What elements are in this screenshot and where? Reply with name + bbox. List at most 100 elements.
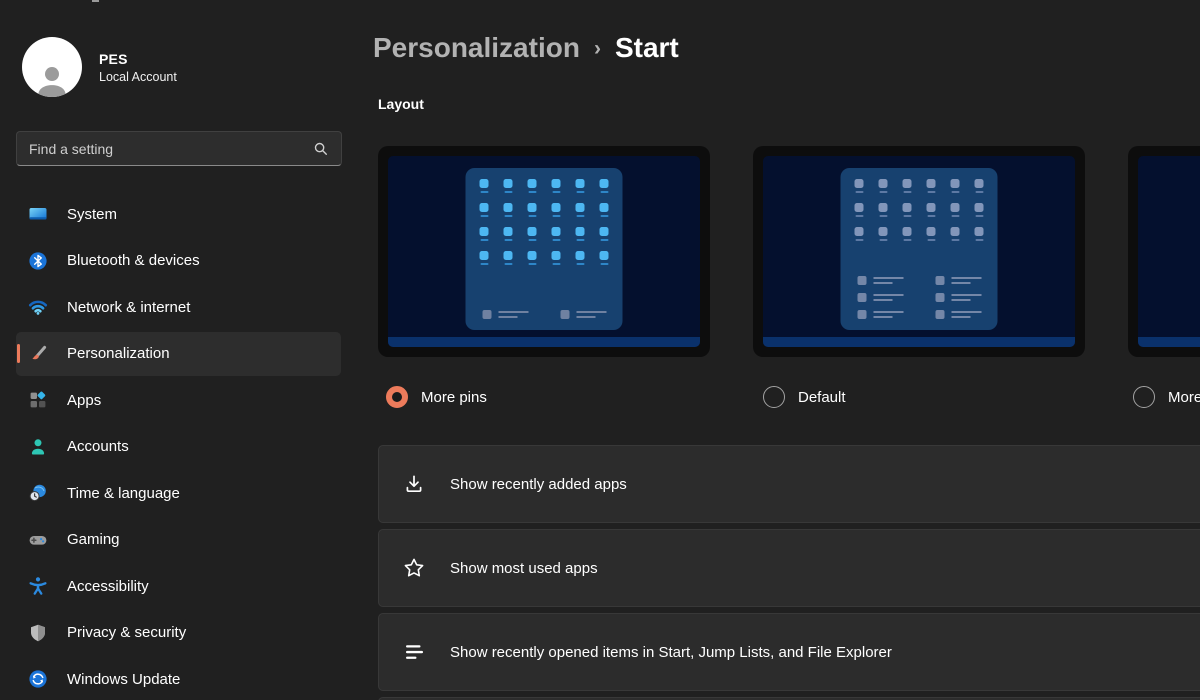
preview-pin [927,179,936,193]
preview-pin [855,203,864,217]
recommended-square [858,310,867,319]
breadcrumb: Personalization › Start [373,32,679,64]
pin-tile [480,179,489,188]
pin-underline [576,191,584,193]
pin-underline [504,263,512,265]
recommended-square [483,310,492,319]
pin-tile [480,251,489,260]
pin-tile [600,227,609,236]
sidebar-item-label: System [67,206,117,223]
radio-selected-icon[interactable] [386,386,408,408]
recommended-lines [499,310,529,318]
pin-underline [951,239,959,241]
gaming-icon [28,530,48,550]
sidebar-item-accessibility[interactable]: Accessibility [16,564,341,608]
preview-pin [576,203,585,217]
sidebar-item-label: Time & language [67,485,180,502]
sidebar-item-windows-update[interactable]: Windows Update [16,657,341,700]
radio-unselected-icon[interactable] [1133,386,1155,408]
preview-pin [504,227,513,241]
recommended-line [874,316,893,318]
preview-pin [480,179,489,193]
preview-pin [927,227,936,241]
sidebar-item-privacy-security[interactable]: Privacy & security [16,611,341,655]
pin-tile [951,179,960,188]
pin-tile [552,251,561,260]
pin-underline [951,215,959,217]
preview-pin [528,203,537,217]
preview-pin-row [855,203,984,217]
pin-tile [903,203,912,212]
pin-underline [528,215,536,217]
preview-pin [855,227,864,241]
sidebar-item-time-language[interactable]: Time & language [16,471,341,515]
preview-pin [552,179,561,193]
settings-row-most-used-apps[interactable]: Show most used apps [378,529,1200,607]
recommended-lines [577,310,607,318]
preview-recommended-item [936,276,982,285]
pin-underline [855,215,863,217]
pin-tile [600,203,609,212]
preview-pin [903,179,912,193]
sidebar-item-network[interactable]: Network & internet [16,285,341,329]
sidebar-item-apps[interactable]: Apps [16,378,341,422]
preview-pin [879,179,888,193]
preview-pin [951,227,960,241]
settings-row-label: Show recently opened items in Start, Jum… [450,644,892,661]
pin-tile [903,227,912,236]
sidebar-item-personalization[interactable]: Personalization [16,332,341,376]
preview-pin [879,203,888,217]
sidebar-item-gaming[interactable]: Gaming [16,518,341,562]
preview-pin [903,227,912,241]
pin-tile [504,251,513,260]
layout-card-more-recommendations[interactable] [1128,146,1200,357]
breadcrumb-parent[interactable]: Personalization [373,32,580,64]
pin-tile [576,179,585,188]
pin-tile [504,203,513,212]
user-profile[interactable]: PES Local Account [22,37,177,97]
preview-pin [504,251,513,265]
layout-card-more-pins[interactable] [378,146,710,357]
search-input[interactable] [17,141,313,157]
pin-underline [504,215,512,217]
recommended-square [858,276,867,285]
pin-underline [504,191,512,193]
recommended-square [561,310,570,319]
recommended-square [936,310,945,319]
sidebar-item-accounts[interactable]: Accounts [16,425,341,469]
person-icon [31,59,73,97]
preview-recommended-row [855,276,984,285]
pin-underline [600,191,608,193]
recommended-lines [952,293,982,301]
pin-underline [855,191,863,193]
preview-pin [480,251,489,265]
preview-pin-row [480,251,609,265]
preview-recommended-item [936,293,982,302]
layout-radio-default[interactable]: Default [763,386,846,408]
preview-pin [975,203,984,217]
layout-radio-more-recommendations[interactable]: More [1133,386,1200,408]
radio-unselected-icon[interactable] [763,386,785,408]
recommended-line [874,282,893,284]
privacy-security-icon [28,623,48,643]
layout-radio-more-pins[interactable]: More pins [386,386,487,408]
layout-card-default[interactable] [753,146,1085,357]
accounts-icon [28,437,48,457]
preview-pin [504,203,513,217]
sidebar-item-label: Privacy & security [67,624,186,641]
preview-pin [903,203,912,217]
search-box[interactable] [16,131,342,166]
preview-pin [528,251,537,265]
recommended-line [952,316,971,318]
preview-taskbar [1138,337,1200,347]
sidebar-item-bluetooth[interactable]: Bluetooth & devices [16,239,341,283]
preview-recommended-block [855,276,984,319]
settings-row-recently-opened-items[interactable]: Show recently opened items in Start, Jum… [378,613,1200,691]
pin-underline [480,239,488,241]
pin-underline [528,239,536,241]
preview-recommended-item [561,310,607,319]
sidebar-item-system[interactable]: System [16,192,341,236]
pin-tile [600,251,609,260]
pin-underline [480,215,488,217]
settings-row-recently-added-apps[interactable]: Show recently added apps [378,445,1200,523]
